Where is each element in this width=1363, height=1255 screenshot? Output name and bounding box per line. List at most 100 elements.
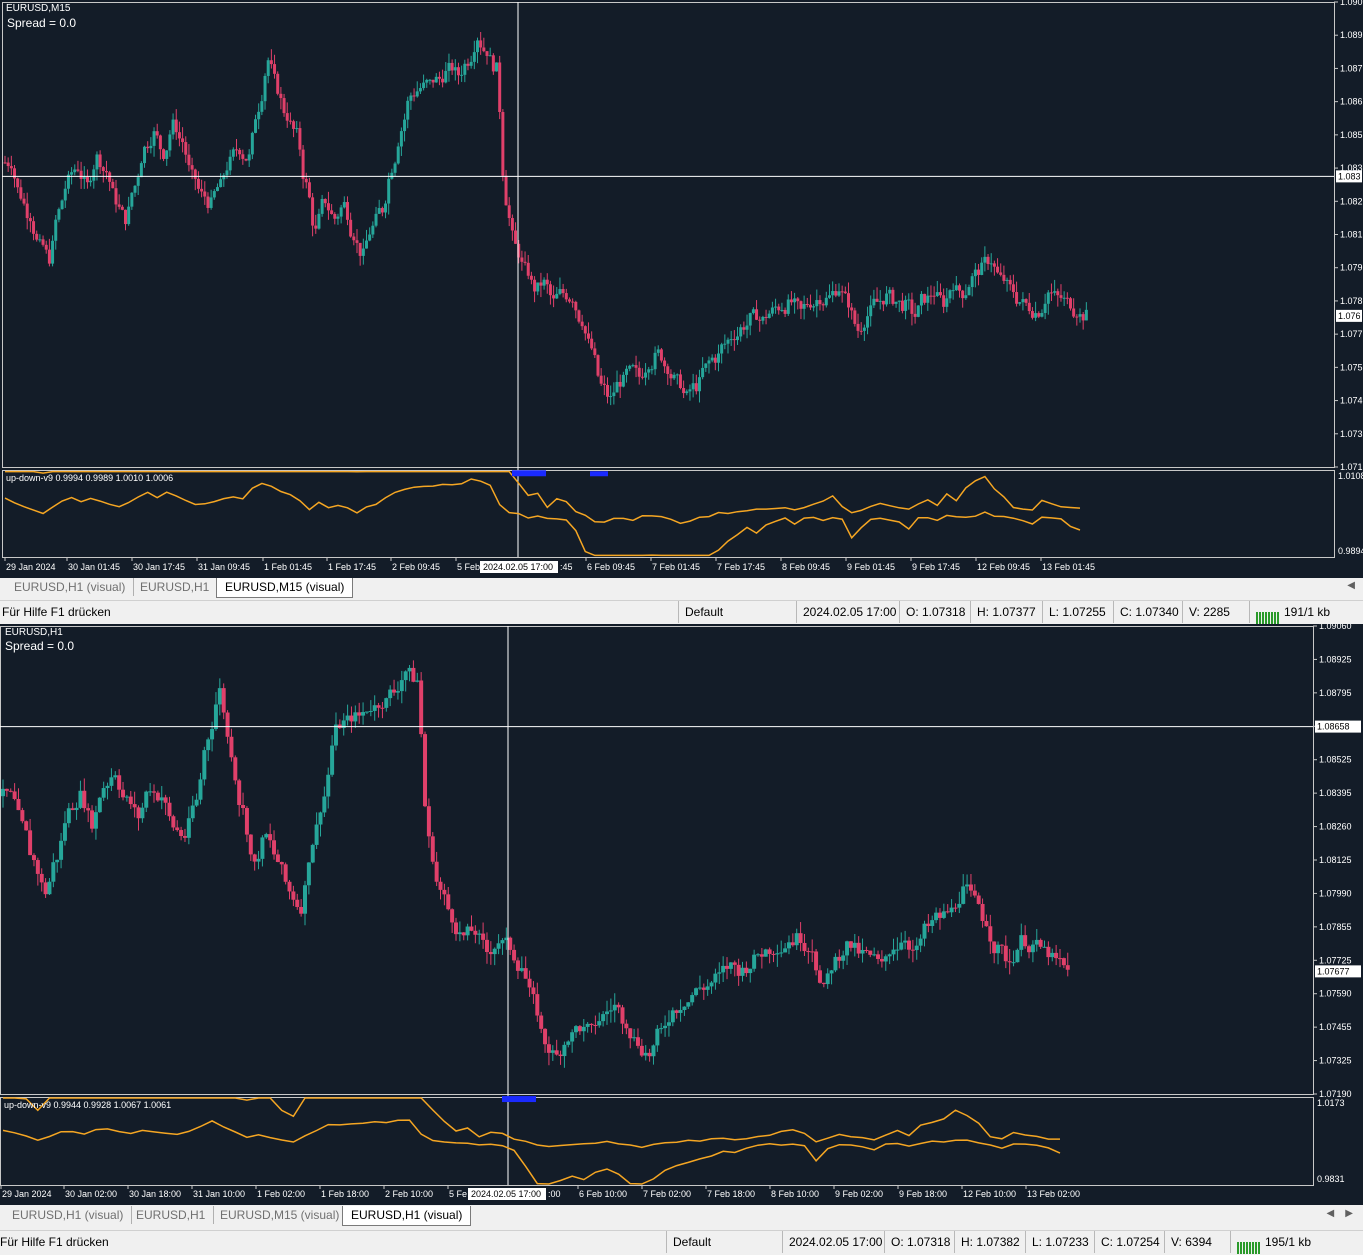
candle (248, 834, 253, 855)
candle (802, 304, 806, 309)
candle (577, 310, 581, 322)
tab-eurusd-h1-visual-active[interactable]: EURUSD,H1 (visual) (342, 1206, 472, 1226)
candle (9, 166, 13, 169)
time-axis-label: 9 Feb 18:00 (899, 1189, 947, 1199)
candle (907, 299, 911, 301)
price-chart-m15[interactable]: 1.090 1.089 1.087 1.086 1.085 1.083 1.082 1.081… (0, 0, 1363, 578)
candle (133, 185, 137, 193)
price-chart-h1[interactable]: 1.090601.089251.087951.086601.085251.083… (0, 624, 1363, 1206)
candle (500, 940, 505, 944)
candle (342, 202, 346, 208)
candle (194, 799, 199, 806)
price-axis-label: 1.08795 (1319, 688, 1352, 698)
status-close: C: 1.07340 (1113, 601, 1184, 623)
candle (380, 208, 384, 213)
candle (736, 964, 741, 976)
candle (977, 269, 981, 275)
candle (543, 1028, 548, 1045)
candle (317, 213, 321, 229)
candle (219, 179, 223, 188)
tab-eurusd-h1-visual[interactable]: EURUSD,H1 (visual) (6, 578, 135, 596)
candle (376, 705, 381, 708)
tab-eurusd-m15-visual[interactable]: EURUSD,M15 (visual) (216, 578, 354, 598)
candle (1030, 311, 1034, 318)
candle (276, 73, 280, 94)
candle (1003, 945, 1008, 962)
status-high: H: 1.07382 (954, 1231, 1025, 1253)
candle (22, 198, 26, 204)
candle (1015, 949, 1020, 963)
candle (650, 369, 654, 371)
time-axis-label: 9 Feb 02:00 (835, 1189, 883, 1199)
candle (423, 734, 428, 807)
tab-eurusd-h1[interactable]: EURUSD,H1 (128, 1206, 215, 1224)
candle (479, 40, 483, 48)
price-axis-label: 1.086 (1340, 97, 1363, 107)
candle (283, 864, 288, 882)
chart-tabs: EURUSD,H1 (visual) EURUSD,H1 EURUSD,M15 … (0, 578, 1363, 600)
candle (970, 276, 974, 288)
candle (70, 172, 74, 175)
candle (647, 369, 651, 373)
candle (606, 384, 610, 397)
chart-window-h1[interactable]: 1.090601.089251.087951.086601.085251.083… (0, 624, 1363, 1255)
candle (472, 52, 476, 62)
candle (910, 299, 914, 314)
candle (707, 360, 711, 364)
candle (35, 233, 39, 240)
candle (678, 1010, 683, 1013)
candle (571, 301, 575, 303)
candle (748, 968, 753, 974)
candle (311, 197, 315, 226)
candle (282, 98, 286, 114)
candle (301, 149, 305, 179)
candle (875, 298, 879, 302)
candle (287, 881, 292, 892)
candle (825, 973, 830, 985)
candle (562, 1044, 567, 1057)
candle (542, 279, 546, 286)
tab-scroll-left-icon[interactable]: ◀ (1347, 580, 1355, 591)
candle (771, 953, 776, 955)
price-axis-label: 1.074 (1340, 396, 1363, 406)
price-axis-label: 1.078 (1340, 296, 1363, 306)
candle (365, 240, 369, 249)
tab-eurusd-h1-visual[interactable]: EURUSD,H1 (visual) (4, 1206, 133, 1224)
candle (47, 881, 52, 895)
candle (1027, 302, 1031, 312)
candle (659, 349, 663, 361)
candle (62, 823, 67, 841)
candle (558, 289, 562, 294)
time-axis-label: 29 Jan 2024 (2, 1189, 52, 1199)
candle (798, 933, 803, 943)
candle (1058, 958, 1062, 960)
candle (79, 170, 83, 179)
candle (101, 167, 105, 172)
candle (304, 178, 308, 183)
tab-eurusd-m15-visual[interactable]: EURUSD,M15 (visual) (212, 1206, 347, 1224)
candle (799, 301, 803, 309)
candle (862, 327, 866, 331)
candle (438, 881, 443, 890)
candle (602, 383, 606, 385)
candle (97, 797, 102, 813)
candle (899, 942, 904, 950)
chart-window-m15[interactable]: 1.090 1.089 1.087 1.086 1.085 1.083 1.082 1.081… (0, 0, 1363, 624)
time-axis-label: 6 Feb 10:00 (579, 1189, 627, 1199)
candle (635, 1037, 640, 1046)
candle (840, 291, 844, 293)
candle (527, 978, 532, 988)
candle (973, 269, 977, 277)
candle (1023, 935, 1028, 947)
tab-eurusd-h1[interactable]: EURUSD,H1 (132, 578, 217, 596)
candle (275, 854, 280, 862)
candle (415, 91, 419, 97)
candle (670, 1010, 675, 1023)
candle (148, 791, 153, 793)
candle (393, 163, 397, 173)
candle (35, 860, 40, 874)
candle (92, 169, 96, 181)
candle (1015, 292, 1019, 304)
tab-scroll-arrows-icon[interactable]: ◀ ▶ (1327, 1208, 1354, 1219)
candle (190, 805, 195, 819)
